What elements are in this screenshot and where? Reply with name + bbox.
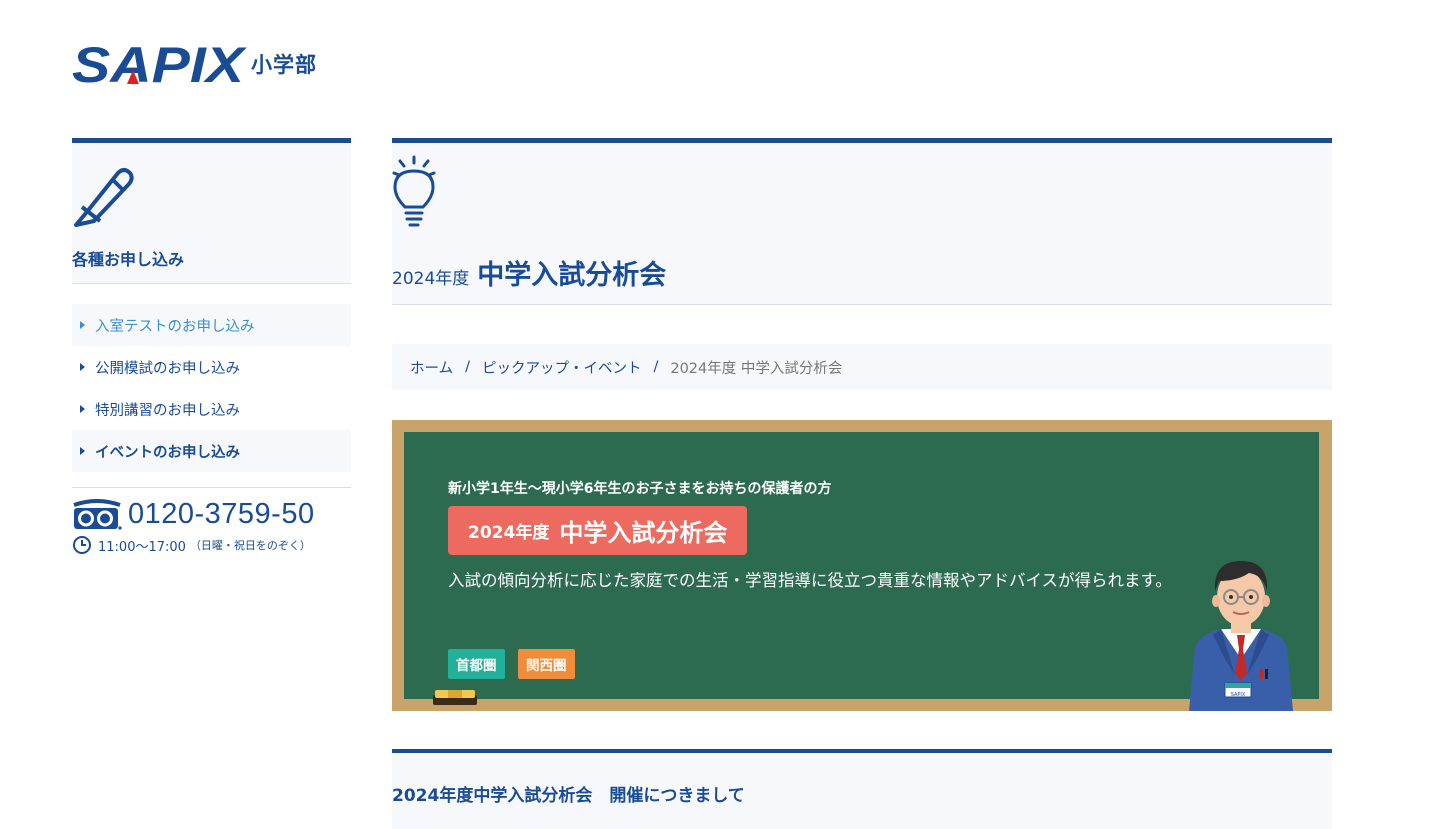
phone-contact[interactable]: 0120-3759-50 [72, 498, 351, 531]
name-badge-text: SAPIX [1231, 692, 1246, 698]
phone-number: 0120-3759-50 [128, 498, 315, 530]
business-hours: 11:00〜17:00 （日曜・祝日をのぞく） [72, 535, 351, 555]
page-title-year: 2024年度 [392, 269, 470, 289]
pencil-icon [74, 168, 134, 227]
sidebar-item-label: 公開模試のお申し込み [95, 360, 240, 377]
sidebar-menu: 入室テストのお申し込み 公開模試のお申し込み 特別講習のお申し込み イベントのお… [72, 304, 351, 472]
freedial-icon [73, 498, 122, 530]
section-header: 2024年度中学入試分析会 開催につきまして [392, 749, 1332, 829]
main-content: 2024年度 中学入試分析会 ホーム / ピックアップ・イベント / 2024年… [392, 138, 1332, 711]
region-tag-kansai: 関西圏 [518, 649, 575, 679]
breadcrumb-home[interactable]: ホーム [410, 357, 453, 378]
region-tag-shutoken: 首都圏 [448, 649, 505, 679]
sidebar-item-entrance-test[interactable]: 入室テストのお申し込み [72, 304, 351, 346]
teacher-illustration: SAPIX [1189, 561, 1293, 711]
logo-mark: SAPIX [72, 40, 247, 86]
sidebar-divider [72, 487, 351, 488]
clock-icon [73, 536, 91, 554]
banner-year: 2024年度 [468, 523, 550, 543]
sidebar-item-label: イベントのお申し込み [95, 444, 240, 461]
sidebar-item-events[interactable]: イベントのお申し込み [72, 430, 351, 472]
sidebar-item-special-course[interactable]: 特別講習のお申し込み [72, 388, 351, 430]
page-header: 2024年度 中学入試分析会 [392, 138, 1332, 305]
eraser-icon [433, 690, 477, 705]
logo-subtitle: 小学部 [251, 53, 317, 77]
banner-description: 入試の傾向分析に応じた家庭での生活・学習指導に役立つ貴重な情報やアドバイスが得ら… [448, 571, 1172, 590]
sidebar-item-label: 特別講習のお申し込み [95, 402, 240, 419]
page-title: 2024年度 中学入試分析会 [392, 253, 666, 292]
hours-text: 11:00〜17:00 [98, 539, 186, 555]
caret-right-icon [80, 405, 85, 413]
section-title: 2024年度中学入試分析会 開催につきまして [392, 786, 745, 806]
breadcrumb-current: 2024年度 中学入試分析会 [670, 360, 843, 377]
caret-right-icon [80, 321, 85, 329]
breadcrumb-category[interactable]: ピックアップ・イベント [482, 357, 642, 378]
sidebar-title: 各種お申し込み [72, 250, 185, 269]
breadcrumb-separator: / [653, 359, 659, 375]
sidebar-item-label: 入室テストのお申し込み [95, 318, 255, 335]
banner-audience: 新小学1年生〜現小学6年生のお子さまをお持ちの保護者の方 [448, 481, 832, 497]
caret-right-icon [80, 363, 85, 371]
svg-text:SAPIX: SAPIX [72, 40, 247, 86]
banner-title: 中学入試分析会 [559, 519, 728, 547]
caret-right-icon [80, 447, 85, 455]
sidebar-header: 各種お申し込み [72, 138, 351, 284]
breadcrumb-separator: / [465, 359, 470, 375]
banner-title-pill: 2024年度 中学入試分析会 [448, 506, 748, 555]
breadcrumb: ホーム / ピックアップ・イベント / 2024年度 中学入試分析会 [392, 344, 1332, 390]
hours-note: （日曜・祝日をのぞく） [189, 539, 311, 552]
chalkboard: 新小学1年生〜現小学6年生のお子さまをお持ちの保護者の方 2024年度 中学入試… [404, 432, 1319, 699]
page-title-name: 中学入試分析会 [477, 260, 667, 291]
sidebar-item-open-mock-exam[interactable]: 公開模試のお申し込み [72, 346, 351, 388]
lightbulb-icon [392, 155, 436, 227]
sidebar: 各種お申し込み 入室テストのお申し込み 公開模試のお申し込み 特別講習のお申し込… [72, 138, 351, 555]
event-banner: 新小学1年生〜現小学6年生のお子さまをお持ちの保護者の方 2024年度 中学入試… [392, 420, 1332, 711]
